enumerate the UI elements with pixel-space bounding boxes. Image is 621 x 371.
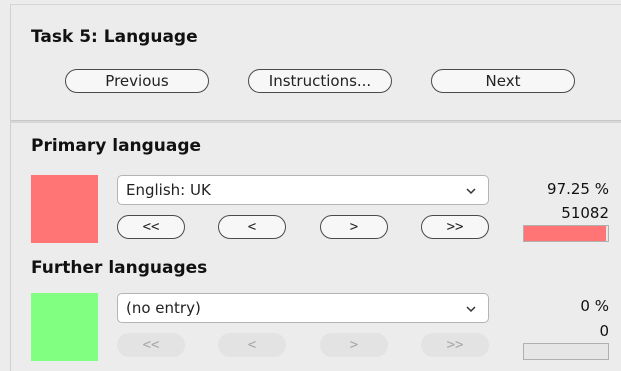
primary-percent: 97.25 % — [547, 180, 609, 198]
further-last-button[interactable]: >> — [421, 333, 489, 357]
primary-first-button[interactable]: << — [117, 215, 185, 239]
primary-progress-fill — [524, 226, 606, 241]
further-language-select[interactable]: (no entry) — [117, 293, 489, 323]
chevron-down-icon — [466, 188, 476, 195]
further-percent: 0 % — [580, 297, 609, 315]
primary-last-button[interactable]: >> — [421, 215, 489, 239]
further-next-button[interactable]: > — [320, 333, 388, 357]
further-first-button[interactable]: << — [117, 333, 185, 357]
primary-color-swatch — [31, 175, 98, 243]
further-count: 0 — [599, 322, 609, 340]
further-languages-title: Further languages — [31, 258, 208, 278]
next-button[interactable]: Next — [431, 69, 575, 93]
further-prev-button[interactable]: < — [218, 333, 286, 357]
further-color-swatch — [31, 293, 98, 361]
primary-language-select[interactable]: English: UK — [117, 175, 489, 205]
chevron-down-icon — [466, 306, 476, 313]
primary-count: 51082 — [561, 204, 609, 222]
primary-next-button[interactable]: > — [320, 215, 388, 239]
further-language-selected: (no entry) — [126, 299, 201, 317]
task-window: Task 5: Language Previous Instructions..… — [10, 4, 621, 371]
task-title: Task 5: Language — [31, 27, 198, 47]
primary-language-selected: English: UK — [126, 181, 211, 199]
primary-prev-button[interactable]: < — [218, 215, 286, 239]
previous-button[interactable]: Previous — [65, 69, 209, 93]
primary-progress-bar — [523, 225, 609, 242]
further-progress-bar — [523, 343, 609, 360]
separator — [11, 120, 621, 123]
primary-language-title: Primary language — [31, 136, 202, 156]
instructions-button[interactable]: Instructions... — [248, 69, 392, 93]
